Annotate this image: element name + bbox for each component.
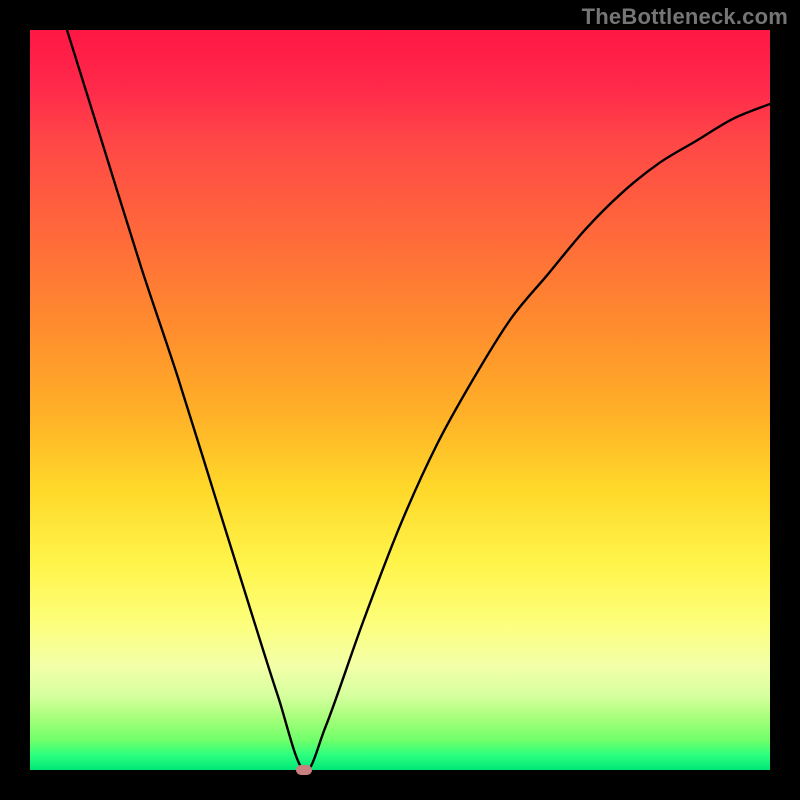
optimal-point-marker bbox=[296, 765, 312, 775]
plot-area bbox=[30, 30, 770, 770]
watermark-text: TheBottleneck.com bbox=[582, 4, 788, 30]
chart-frame: TheBottleneck.com bbox=[0, 0, 800, 800]
bottleneck-curve bbox=[30, 30, 770, 770]
